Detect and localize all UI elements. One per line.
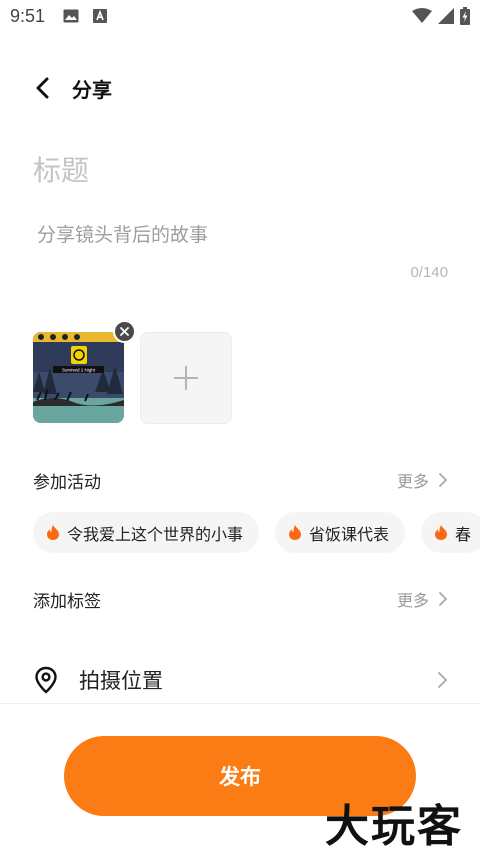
plus-icon [174, 366, 198, 390]
tags-header: 添加标签 更多 [33, 583, 447, 615]
status-left-icons [63, 9, 108, 23]
story-input[interactable] [37, 220, 447, 260]
battery-charging-icon [460, 7, 470, 25]
watermark: 大玩客 [325, 801, 463, 852]
wifi-icon [412, 8, 432, 23]
flame-icon [47, 525, 59, 540]
thumbnail-caption: Survived 1 Night [62, 368, 96, 373]
a-badge-icon [93, 9, 108, 23]
back-button[interactable] [22, 68, 62, 108]
photo-thumbnail[interactable]: Survived 1 Night [33, 332, 124, 423]
add-photo-button[interactable] [140, 332, 232, 424]
flame-icon [289, 525, 302, 540]
activities-more-label: 更多 [396, 472, 429, 491]
game-screenshot-image: Survived 1 Night [33, 332, 124, 423]
activity-chips: 令我爱上这个世界的小事 省饭课代表 春 [33, 512, 480, 553]
image-icon [63, 9, 79, 23]
location-label: 拍摄位置 [79, 669, 163, 693]
activities-title: 参加活动 [33, 472, 101, 493]
status-bar: 9:51 [0, 0, 480, 32]
status-right-icons [412, 7, 470, 25]
title-input[interactable] [33, 148, 447, 192]
chevron-right-icon [438, 672, 447, 688]
activity-chip-label: 春 [455, 524, 472, 544]
close-icon [120, 327, 129, 336]
activities-more-link[interactable]: 更多 [397, 468, 447, 492]
chevron-right-icon [439, 592, 447, 606]
signal-icon [438, 8, 454, 24]
remove-photo-button[interactable] [113, 320, 136, 343]
status-time: 9:51 [10, 5, 46, 26]
app-header: 分享 [0, 60, 480, 116]
flame-icon [435, 525, 448, 540]
char-counter: 0/140 [410, 264, 448, 281]
location-pin-icon [35, 666, 57, 694]
activity-chip-label: 省饭课代表 [309, 524, 390, 544]
activity-chip[interactable]: 令我爱上这个世界的小事 [33, 512, 260, 553]
activity-chip[interactable]: 春 [421, 512, 480, 553]
chevron-right-icon [439, 473, 447, 487]
tags-more-link[interactable]: 更多 [397, 587, 447, 611]
page-title: 分享 [72, 77, 112, 102]
activity-chip-label: 令我爱上这个世界的小事 [67, 524, 244, 544]
location-row[interactable]: 拍摄位置 [33, 660, 447, 700]
tags-title: 添加标签 [33, 591, 101, 612]
chevron-left-icon [36, 77, 49, 99]
activities-header: 参加活动 更多 [33, 464, 447, 496]
tags-more-label: 更多 [396, 591, 429, 610]
activity-chip[interactable]: 省饭课代表 [275, 512, 406, 553]
